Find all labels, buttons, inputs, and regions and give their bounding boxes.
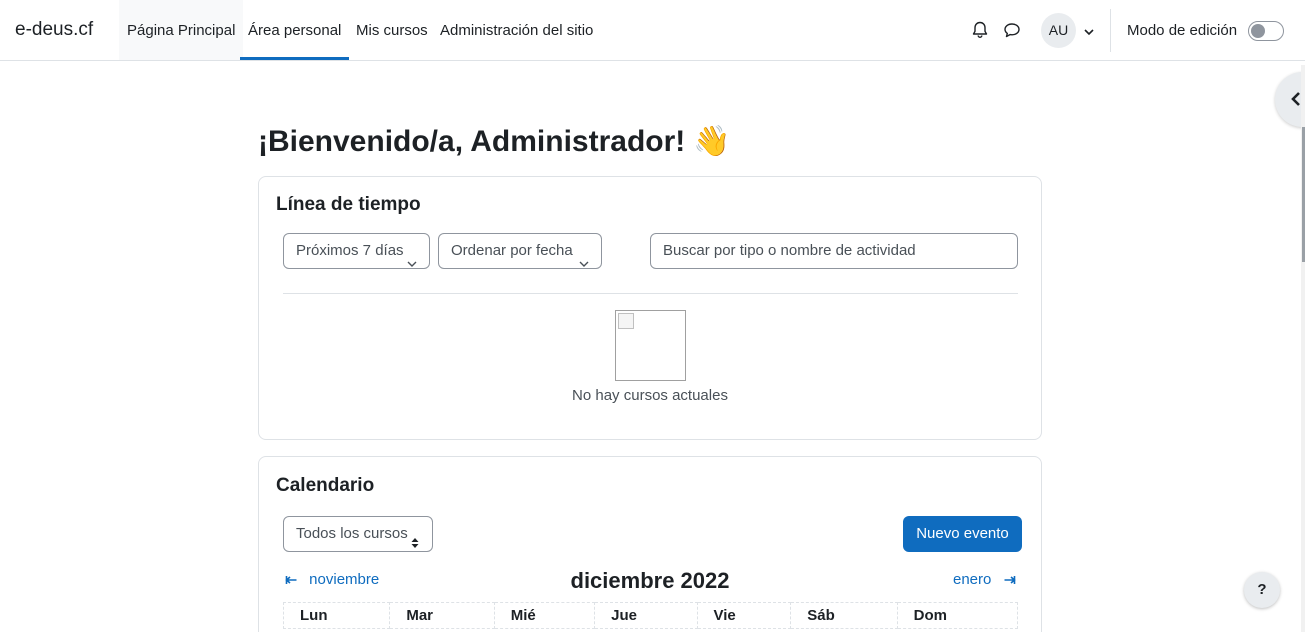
nav-item-site-admin[interactable]: Administración del sitio: [432, 0, 601, 60]
calendar-title: Calendario: [276, 475, 375, 496]
waving-hand-icon: 👋: [693, 125, 731, 158]
timeline-filter-value: Próximos 7 días: [296, 242, 404, 259]
weekday-header: Sáb: [790, 602, 898, 629]
next-month-label: enero: [953, 571, 992, 588]
next-month-link[interactable]: enero: [953, 571, 1016, 588]
edit-mode-toggle[interactable]: [1248, 21, 1284, 41]
top-navbar: e-deus.cf Página Principal Área personal…: [0, 0, 1305, 61]
chat-icon[interactable]: [1002, 20, 1022, 40]
page-title: ¡Bienvenido/a, Administrador! 👋: [258, 124, 731, 159]
site-brand[interactable]: e-deus.cf: [15, 19, 93, 41]
sort-arrows-icon: [410, 528, 420, 548]
course-filter-select[interactable]: Todos los cursos: [283, 516, 433, 552]
edit-mode-label: Modo de edición: [1127, 22, 1238, 39]
weekday-header: Mié: [493, 602, 596, 629]
weekday-header: Mar: [389, 602, 495, 629]
navbar-divider: [1110, 9, 1111, 52]
chevron-down-icon: [407, 247, 417, 267]
weekday-header: Dom: [896, 602, 1019, 629]
timeline-search-input[interactable]: Buscar por tipo o nombre de actividad: [650, 233, 1018, 269]
arrow-right-icon: [1004, 571, 1016, 588]
nav-item-home[interactable]: Página Principal: [119, 0, 244, 60]
calendar-block: Calendario Todos los cursos Nuevo evento…: [258, 456, 1042, 632]
timeline-filter-select[interactable]: Próximos 7 días: [283, 233, 430, 269]
bell-icon[interactable]: [970, 20, 990, 40]
weekday-header: Vie: [696, 602, 792, 629]
timeline-block: Línea de tiempo Próximos 7 días Ordenar …: [258, 176, 1042, 440]
chevron-down-icon[interactable]: [1083, 25, 1095, 37]
weekday-header: Lun: [282, 602, 391, 629]
empty-state-text: No hay cursos actuales: [572, 387, 728, 404]
timeline-divider: [283, 293, 1018, 294]
month-title: diciembre 2022: [570, 568, 730, 593]
help-button[interactable]: ?: [1244, 572, 1280, 608]
timeline-title: Línea de tiempo: [276, 194, 421, 215]
nav-item-my-courses[interactable]: Mis cursos: [348, 0, 436, 60]
nav-item-dashboard[interactable]: Área personal: [240, 0, 350, 60]
no-courses-image: [615, 310, 686, 381]
timeline-sort-select[interactable]: Ordenar por fecha: [438, 233, 602, 269]
weekday-header-row: Lun Mar Mié Jue Vie Sáb Dom: [282, 602, 1019, 629]
welcome-heading: ¡Bienvenido/a, Administrador!: [258, 125, 686, 158]
timeline-sort-value: Ordenar por fecha: [451, 242, 573, 259]
calendar-grid: Lun Mar Mié Jue Vie Sáb Dom: [282, 602, 1019, 629]
chevron-down-icon: [579, 247, 589, 267]
user-avatar[interactable]: AU: [1041, 13, 1076, 48]
new-event-button[interactable]: Nuevo evento: [903, 516, 1022, 552]
course-filter-value: Todos los cursos: [296, 525, 408, 542]
weekday-header: Jue: [594, 602, 698, 629]
